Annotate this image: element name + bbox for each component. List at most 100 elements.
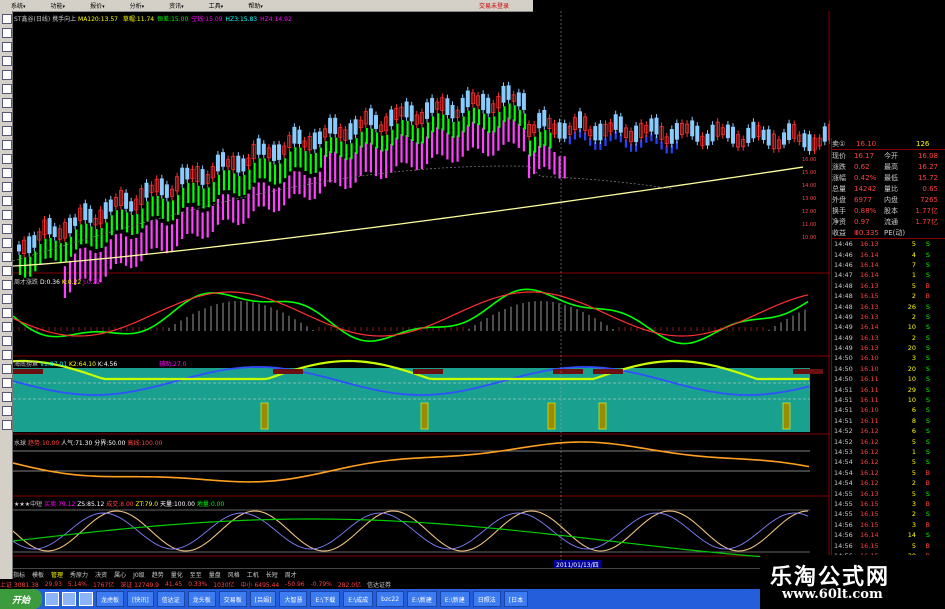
- taskbar-item[interactable]: [日本: [503, 591, 529, 607]
- left-tool-button-icon[interactable]: [2, 322, 12, 332]
- left-tool-button-icon[interactable]: [2, 112, 12, 122]
- left-tool-button-icon[interactable]: [2, 56, 12, 66]
- indicator-tab[interactable]: 管理: [51, 570, 63, 579]
- left-tool-button-icon[interactable]: [2, 140, 12, 150]
- left-tool-button-icon[interactable]: [2, 210, 12, 220]
- left-tool-button-icon[interactable]: [2, 84, 12, 94]
- taskbar-item[interactable]: E:\新建: [407, 591, 437, 607]
- p3-value-extra: 辅助:27.0: [159, 361, 187, 368]
- quicklaunch-folder-icon[interactable]: [79, 592, 93, 606]
- left-tool-button-icon[interactable]: [2, 98, 12, 108]
- candle-body: [83, 203, 88, 221]
- taskbar-item[interactable]: [快讯]: [127, 591, 154, 607]
- quote-value-b: 0.42%: [854, 173, 877, 182]
- left-tool-button-icon[interactable]: [2, 308, 12, 318]
- chart-area[interactable]: 16.00 15.00 14.00 13.00 12.00 11.00 10.00 ST鑫谷…: [12, 11, 832, 569]
- taskbar-item[interactable]: 龙虎板: [96, 591, 125, 607]
- trade-login-status[interactable]: 交易未登录: [479, 1, 509, 10]
- left-tool-button-icon[interactable]: [2, 252, 12, 262]
- tick-time: 14:55: [834, 499, 853, 508]
- indicator-tab[interactable]: 周才: [285, 570, 297, 579]
- left-tool-button-icon[interactable]: [2, 42, 12, 52]
- left-tool-button-icon[interactable]: [2, 350, 12, 360]
- candle-body: [593, 126, 598, 141]
- left-tool-button-icon[interactable]: [2, 14, 12, 24]
- indicator-tab[interactable]: 属心: [114, 570, 126, 579]
- left-tool-button-icon[interactable]: [2, 70, 12, 80]
- quote-value-d: 15.72: [917, 173, 938, 182]
- indicator-tab[interactable]: 决资: [95, 570, 107, 579]
- left-tool-button-icon[interactable]: [2, 182, 12, 192]
- tick-price: 16.13: [860, 489, 879, 498]
- taskbar-item[interactable]: E:\新建: [439, 591, 470, 607]
- taskbar-item[interactable]: 信达证: [156, 591, 185, 607]
- quicklaunch-ie-icon[interactable]: [45, 592, 59, 606]
- quote-label-a: 净资: [832, 217, 846, 226]
- left-tool-button-icon[interactable]: [2, 336, 12, 346]
- indicator-tab[interactable]: 秀原力: [70, 570, 88, 579]
- left-tool-button-icon[interactable]: [2, 392, 12, 402]
- taskbar-item[interactable]: E:\成成: [343, 591, 374, 607]
- left-tool-button-icon[interactable]: [2, 126, 12, 136]
- taskbar-item[interactable]: 交易板: [218, 591, 247, 607]
- indicator-tab[interactable]: 趋势: [152, 570, 164, 579]
- p3-top-marker: [13, 369, 43, 374]
- taskbar-item[interactable]: E:\下载: [310, 591, 341, 607]
- quicklaunch-desktop-icon[interactable]: [62, 592, 76, 606]
- p3-signal-block: [782, 402, 791, 430]
- menu-help[interactable]: 帮助▾: [248, 1, 263, 10]
- taskbar-item[interactable]: bzc22: [376, 591, 405, 607]
- tick-direction: S: [925, 312, 930, 321]
- indicator-tab[interactable]: 工机: [247, 570, 259, 579]
- tick-row: 14:51 16.10 6 S: [832, 405, 945, 415]
- p2-value-d: D:0.36: [39, 279, 60, 286]
- taskbar-item[interactable]: 龙头板: [187, 591, 216, 607]
- left-tool-button-icon[interactable]: [2, 266, 12, 276]
- left-tool-button-icon[interactable]: [2, 280, 12, 290]
- left-tool-button-icon[interactable]: [2, 28, 12, 38]
- indicator-tab[interactable]: 至至: [190, 570, 202, 579]
- left-tool-button-icon[interactable]: [2, 364, 12, 374]
- indicator-tab[interactable]: 长短: [266, 570, 278, 579]
- quote-value-b: 14242: [854, 184, 877, 193]
- tick-volume: 26: [907, 302, 916, 311]
- left-tool-button-icon[interactable]: [2, 168, 12, 178]
- left-tool-button-icon[interactable]: [2, 420, 12, 430]
- menu-function[interactable]: 功能▾: [51, 1, 66, 10]
- tick-price: 16.14: [860, 531, 879, 540]
- ticker-item: 0.33%: [188, 580, 208, 588]
- menu-system[interactable]: 系统▾: [11, 1, 26, 10]
- chart-canvas[interactable]: 16.00 15.00 14.00 13.00 12.00 11.00 10.00: [12, 11, 832, 568]
- candle-body: [32, 235, 37, 248]
- quote-panel: 卖① 16.10 126 现价 16.17 今开 16.08 涨跌 0.62 最高…: [831, 138, 945, 560]
- indicator-tab[interactable]: J0级: [133, 570, 145, 579]
- p3-top-marker: [553, 369, 583, 374]
- menu-tools[interactable]: 工具▾: [209, 1, 224, 10]
- tick-volume: 4: [911, 250, 916, 259]
- indicator-tab[interactable]: 量化: [171, 570, 183, 579]
- menu-quote[interactable]: 报价▾: [90, 1, 105, 10]
- left-tool-button-icon[interactable]: [2, 294, 12, 304]
- menu-analysis[interactable]: 分析▾: [130, 1, 145, 10]
- left-tool-button-icon[interactable]: [2, 238, 12, 248]
- left-tool-button-icon[interactable]: [2, 196, 12, 206]
- indicator-tab[interactable]: 风格: [228, 570, 240, 579]
- quote-value-b: 16.17: [854, 151, 875, 160]
- taskbar-item[interactable]: 日照法: [472, 591, 501, 607]
- candle-body: [180, 167, 185, 185]
- p3-value-k2: K2:64.10: [68, 361, 96, 368]
- taskbar-item[interactable]: 大智慧: [279, 591, 308, 607]
- left-tool-button-icon[interactable]: [2, 224, 12, 234]
- left-tool-button-icon[interactable]: [2, 154, 12, 164]
- p4-title: 水球 趋势:10.00 人气:71.30 分界:50.00 高线:100.00: [14, 438, 162, 447]
- indicator-tab[interactable]: 模板: [32, 570, 44, 579]
- left-tool-button-icon[interactable]: [2, 406, 12, 416]
- start-button[interactable]: 开始: [0, 589, 42, 609]
- taskbar-item[interactable]: [吕娟]: [249, 591, 277, 607]
- indicator-tab[interactable]: 量盘: [209, 570, 221, 579]
- menu-info[interactable]: 资讯▾: [169, 1, 184, 10]
- sell1-volume: 126: [916, 139, 930, 148]
- left-tool-button-icon[interactable]: [2, 378, 12, 388]
- candle-body: [787, 123, 792, 140]
- indicator-tab[interactable]: 指标: [13, 570, 25, 579]
